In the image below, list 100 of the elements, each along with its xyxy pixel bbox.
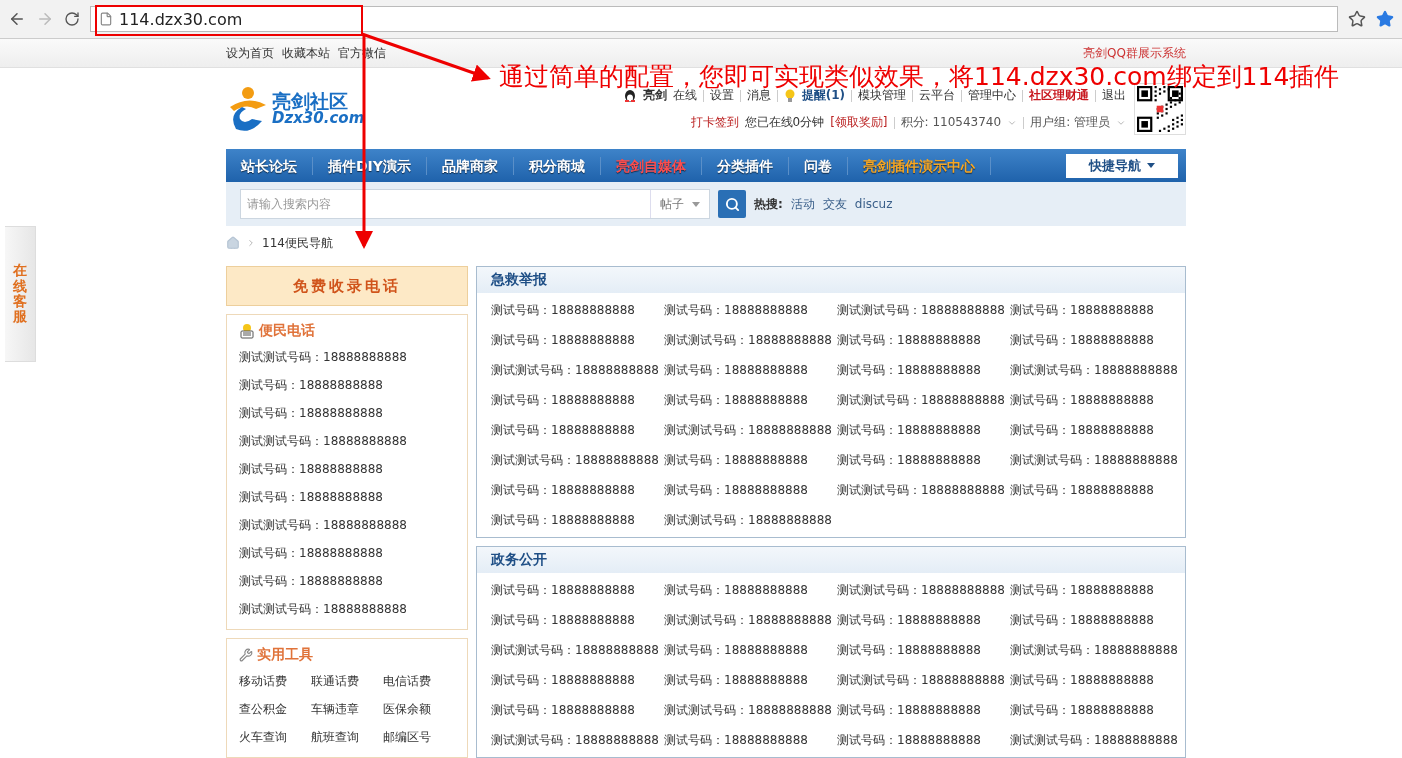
reward-link[interactable]: [领取奖励]: [830, 114, 888, 131]
phone-entry[interactable]: 测试号码：18888888888: [664, 295, 837, 325]
tool-link[interactable]: 车辆违章: [311, 695, 379, 723]
tool-link[interactable]: 医保余额: [383, 695, 451, 723]
phone-entry[interactable]: 测试号码：18888888888: [1010, 415, 1183, 445]
scope-select[interactable]: 帖子: [650, 190, 709, 218]
phone-entry[interactable]: 测试测试号码：18888888888: [664, 415, 837, 445]
phone-entry[interactable]: 测试测试号码：18888888888: [837, 295, 1010, 325]
phone-entry[interactable]: 测试号码：18888888888: [664, 445, 837, 475]
phone-entry[interactable]: 测试测试号码：18888888888: [837, 475, 1010, 505]
phone-entry[interactable]: 测试号码：18888888888: [239, 371, 455, 399]
phone-entry[interactable]: 测试号码：18888888888: [837, 635, 1010, 665]
phone-entry[interactable]: 测试号码：18888888888: [664, 475, 837, 505]
phone-entry[interactable]: 测试号码：18888888888: [1010, 325, 1183, 355]
phone-entry[interactable]: 测试号码：18888888888: [664, 575, 837, 605]
phone-entry[interactable]: 测试号码：18888888888: [837, 695, 1010, 725]
phone-entry[interactable]: 测试测试号码：18888888888: [491, 445, 664, 475]
phone-entry[interactable]: 测试测试号码：18888888888: [239, 595, 455, 623]
hot-link[interactable]: discuz: [854, 197, 893, 211]
user-link[interactable]: 社区理财通: [1029, 87, 1089, 104]
phone-entry[interactable]: 测试号码：18888888888: [491, 295, 664, 325]
phone-entry[interactable]: 测试号码：18888888888: [1010, 695, 1183, 725]
phone-entry[interactable]: 测试测试号码：18888888888: [664, 605, 837, 635]
points[interactable]: 积分: 110543740: [900, 114, 1002, 131]
search-field[interactable]: 请输入搜索内容 帖子: [240, 189, 710, 219]
free-listing-banner[interactable]: 免费收录电话: [226, 266, 468, 306]
phone-entry[interactable]: 测试测试号码：18888888888: [491, 635, 664, 665]
nav-item[interactable]: 积分商城: [513, 156, 601, 175]
username[interactable]: 亮剑: [642, 87, 667, 104]
phone-entry[interactable]: 测试号码：18888888888: [491, 415, 664, 445]
tool-link[interactable]: 航班查询: [311, 723, 379, 751]
phone-entry[interactable]: 测试号码：18888888888: [664, 355, 837, 385]
phone-entry[interactable]: 测试号码：18888888888: [491, 695, 664, 725]
phone-entry[interactable]: 测试号码：18888888888: [837, 325, 1010, 355]
phone-entry[interactable]: 测试测试号码：18888888888: [664, 695, 837, 725]
bookmark-icon[interactable]: [1376, 10, 1394, 28]
phone-entry[interactable]: 测试号码：18888888888: [491, 505, 664, 535]
phone-entry[interactable]: 测试测试号码：18888888888: [837, 385, 1010, 415]
user-link[interactable]: 提醒(1): [801, 87, 845, 104]
phone-entry[interactable]: 测试号码：18888888888: [837, 355, 1010, 385]
phone-entry[interactable]: 测试号码：18888888888: [491, 475, 664, 505]
nav-item[interactable]: 分类插件: [701, 156, 789, 175]
phone-entry[interactable]: 测试号码：18888888888: [837, 605, 1010, 635]
phone-entry[interactable]: 测试号码：18888888888: [239, 483, 455, 511]
phone-entry[interactable]: 测试号码：18888888888: [837, 415, 1010, 445]
phone-entry[interactable]: 测试测试号码：18888888888: [1010, 725, 1183, 755]
phone-entry[interactable]: 测试号码：18888888888: [664, 725, 837, 755]
phone-entry[interactable]: 测试测试号码：18888888888: [491, 355, 664, 385]
phone-entry[interactable]: 测试号码：18888888888: [1010, 575, 1183, 605]
phone-entry[interactable]: 测试测试号码：18888888888: [837, 665, 1010, 695]
phone-entry[interactable]: 测试号码：18888888888: [1010, 475, 1183, 505]
user-link[interactable]: 退出: [1102, 87, 1126, 104]
tool-link[interactable]: 邮编区号: [383, 723, 451, 751]
phone-entry[interactable]: 测试测试号码：18888888888: [239, 343, 455, 371]
phone-entry[interactable]: 测试号码：18888888888: [239, 399, 455, 427]
hot-link[interactable]: 交友: [822, 195, 847, 213]
address-bar[interactable]: 114.dzx30.com: [90, 6, 1338, 32]
phone-entry[interactable]: 测试测试号码：18888888888: [1010, 355, 1183, 385]
tool-link[interactable]: 火车查询: [239, 723, 307, 751]
phone-entry[interactable]: 测试号码：18888888888: [664, 635, 837, 665]
quick-nav-button[interactable]: 快捷导航: [1066, 153, 1178, 178]
phone-entry[interactable]: 测试号码：18888888888: [1010, 605, 1183, 635]
phone-entry[interactable]: 测试号码：18888888888: [837, 725, 1010, 755]
back-icon[interactable]: [8, 10, 26, 28]
phone-entry[interactable]: 测试号码：18888888888: [491, 665, 664, 695]
phone-entry[interactable]: 测试号码：18888888888: [1010, 385, 1183, 415]
star-icon[interactable]: [1348, 10, 1366, 28]
phone-entry[interactable]: 测试测试号码：18888888888: [491, 725, 664, 755]
phone-entry[interactable]: 测试号码：18888888888: [664, 665, 837, 695]
phone-entry[interactable]: 测试号码：18888888888: [1010, 665, 1183, 695]
tool-link[interactable]: 电信话费: [383, 667, 451, 695]
phone-entry[interactable]: 测试测试号码：18888888888: [664, 505, 837, 535]
user-link[interactable]: 管理中心: [968, 87, 1016, 104]
phone-entry[interactable]: 测试号码：18888888888: [239, 567, 455, 595]
phone-entry[interactable]: 测试号码：18888888888: [491, 325, 664, 355]
tool-link[interactable]: 查公积金: [239, 695, 307, 723]
user-link[interactable]: 消息: [746, 87, 771, 104]
phone-entry[interactable]: 测试测试号码：18888888888: [664, 325, 837, 355]
phone-entry[interactable]: 测试测试号码：18888888888: [1010, 445, 1183, 475]
phone-entry[interactable]: 测试号码：18888888888: [837, 445, 1010, 475]
hot-link[interactable]: 活动: [790, 195, 815, 213]
nav-item[interactable]: 品牌商家: [426, 156, 514, 175]
phone-entry[interactable]: 测试号码：18888888888: [664, 385, 837, 415]
phone-entry[interactable]: 测试号码：18888888888: [491, 385, 664, 415]
search-button[interactable]: [718, 190, 746, 218]
phone-entry[interactable]: 测试号码：18888888888: [239, 455, 455, 483]
phone-entry[interactable]: 测试号码：18888888888: [1010, 295, 1183, 325]
top-link[interactable]: 设为首页: [226, 44, 274, 62]
phone-entry[interactable]: 测试测试号码：18888888888: [837, 575, 1010, 605]
checkin-link[interactable]: 打卡签到: [690, 114, 739, 131]
tool-link[interactable]: 移动话费: [239, 667, 307, 695]
user-group[interactable]: 用户组: 管理员: [1030, 114, 1110, 131]
top-link[interactable]: 亮剑QQ群展示系统: [1083, 44, 1186, 62]
phone-entry[interactable]: 测试号码：18888888888: [239, 539, 455, 567]
reload-icon[interactable]: [64, 11, 80, 27]
nav-item[interactable]: 问卷: [788, 156, 848, 175]
phone-entry[interactable]: 测试测试号码：18888888888: [239, 511, 455, 539]
nav-item[interactable]: 站长论坛: [226, 156, 313, 175]
phone-entry[interactable]: 测试号码：18888888888: [491, 575, 664, 605]
top-link[interactable]: 收藏本站: [282, 44, 330, 62]
